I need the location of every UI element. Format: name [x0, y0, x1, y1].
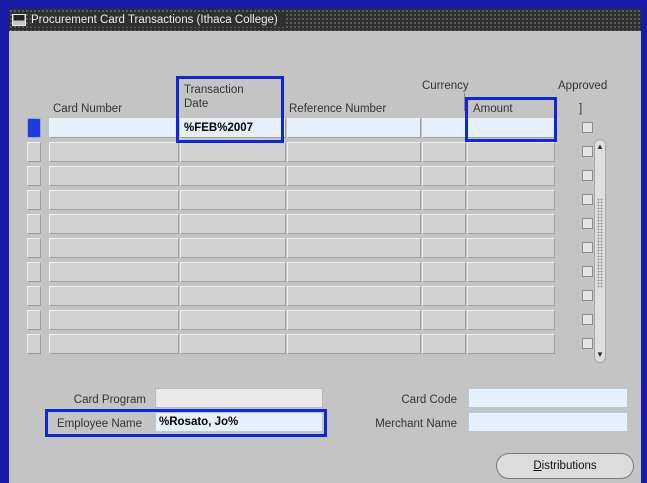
- currency-cell[interactable]: [422, 214, 466, 234]
- transaction-date-cell[interactable]: [180, 190, 286, 210]
- amount-cell[interactable]: [467, 166, 555, 186]
- card-number-cell[interactable]: [49, 214, 179, 234]
- reference-number-cell[interactable]: [287, 262, 421, 282]
- transaction-date-highlight: [176, 76, 284, 143]
- row-selector[interactable]: [27, 262, 41, 282]
- reference-number-cell[interactable]: [287, 334, 421, 354]
- header-reference-number: Reference Number: [289, 103, 387, 115]
- reference-number-cell[interactable]: [287, 286, 421, 306]
- reference-number-cell[interactable]: [287, 238, 421, 258]
- scroll-grip-icon[interactable]: [597, 198, 603, 288]
- reference-number-cell[interactable]: [287, 118, 421, 138]
- merchant-name-label: Merchant Name: [375, 418, 457, 430]
- reference-number-cell[interactable]: [287, 142, 421, 162]
- row-selector[interactable]: [27, 238, 41, 258]
- row-selector[interactable]: [27, 142, 41, 162]
- transaction-date-cell[interactable]: [180, 286, 286, 306]
- currency-cell[interactable]: [422, 286, 466, 306]
- card-number-cell[interactable]: [49, 142, 179, 162]
- window: ███ Procurement Card Transactions (Ithac…: [9, 9, 641, 483]
- merchant-name-field[interactable]: [468, 412, 628, 432]
- approved-checkbox[interactable]: [582, 146, 593, 157]
- transaction-date-cell[interactable]: [180, 334, 286, 354]
- approved-checkbox[interactable]: [582, 194, 593, 205]
- oracle-forms-icon: ███: [12, 14, 26, 26]
- approved-checkbox[interactable]: [582, 218, 593, 229]
- approved-checkbox[interactable]: [582, 314, 593, 325]
- currency-cell[interactable]: [422, 118, 466, 138]
- header-approved-bracket: ]: [579, 103, 583, 115]
- row-selector[interactable]: [27, 118, 41, 138]
- currency-cell[interactable]: [422, 190, 466, 210]
- currency-cell[interactable]: [422, 142, 466, 162]
- approved-checkbox[interactable]: [582, 290, 593, 301]
- card-number-cell[interactable]: [49, 310, 179, 330]
- distributions-button[interactable]: Distributions: [496, 453, 634, 479]
- amount-cell[interactable]: [467, 286, 555, 306]
- transaction-date-cell[interactable]: [180, 142, 286, 162]
- card-program-field[interactable]: [155, 388, 323, 408]
- row-selector[interactable]: [27, 310, 41, 330]
- card-program-label: Card Program: [73, 394, 146, 406]
- transaction-date-cell[interactable]: [180, 310, 286, 330]
- card-number-cell[interactable]: [49, 262, 179, 282]
- transaction-date-cell[interactable]: [180, 238, 286, 258]
- reference-number-cell[interactable]: [287, 310, 421, 330]
- distributions-label: Distributions: [533, 460, 597, 472]
- row-selector[interactable]: [27, 190, 41, 210]
- amount-cell[interactable]: [467, 334, 555, 354]
- transaction-date-cell[interactable]: [180, 214, 286, 234]
- card-number-cell[interactable]: [49, 286, 179, 306]
- card-number-cell[interactable]: [49, 118, 179, 138]
- window-title: Procurement Card Transactions (Ithaca Co…: [31, 13, 284, 27]
- header-card-number: Card Number: [53, 103, 123, 115]
- currency-cell[interactable]: [422, 238, 466, 258]
- transactions-form: Card Number Transaction Date Reference N…: [9, 31, 641, 483]
- reference-number-cell[interactable]: [287, 190, 421, 210]
- currency-cell[interactable]: [422, 334, 466, 354]
- reference-number-cell[interactable]: [287, 214, 421, 234]
- approved-checkbox[interactable]: [582, 338, 593, 349]
- vertical-scrollbar[interactable]: ▲ ▼: [594, 139, 606, 363]
- currency-cell[interactable]: [422, 262, 466, 282]
- title-bar[interactable]: ███ Procurement Card Transactions (Ithac…: [9, 9, 641, 31]
- transaction-date-cell[interactable]: [180, 262, 286, 282]
- currency-cell[interactable]: [422, 310, 466, 330]
- amount-cell[interactable]: [467, 142, 555, 162]
- reference-number-cell[interactable]: [287, 166, 421, 186]
- header-currency: Currency: [422, 80, 469, 92]
- row-selector[interactable]: [27, 214, 41, 234]
- transaction-date-cell[interactable]: [180, 166, 286, 186]
- card-code-field[interactable]: [468, 388, 628, 408]
- approved-checkbox[interactable]: [582, 122, 593, 133]
- card-number-cell[interactable]: [49, 238, 179, 258]
- amount-cell[interactable]: [467, 262, 555, 282]
- scroll-down-icon[interactable]: ▼: [595, 349, 605, 361]
- amount-cell[interactable]: [467, 214, 555, 234]
- scroll-up-icon[interactable]: ▲: [595, 141, 605, 153]
- header-approved: Approved: [558, 80, 608, 92]
- amount-cell[interactable]: [467, 310, 555, 330]
- employee-name-highlight: [45, 409, 327, 437]
- approved-checkbox[interactable]: [582, 242, 593, 253]
- card-code-label: Card Code: [401, 394, 457, 406]
- card-number-cell[interactable]: [49, 166, 179, 186]
- amount-cell[interactable]: [467, 238, 555, 258]
- card-number-cell[interactable]: [49, 334, 179, 354]
- mnemonic-underline: D: [533, 460, 542, 472]
- card-number-cell[interactable]: [49, 190, 179, 210]
- approved-checkbox[interactable]: [582, 266, 593, 277]
- row-selector[interactable]: [27, 334, 41, 354]
- row-selector[interactable]: [27, 286, 41, 306]
- approved-checkbox[interactable]: [582, 170, 593, 181]
- currency-cell[interactable]: [422, 166, 466, 186]
- row-selector[interactable]: [27, 166, 41, 186]
- amount-cell[interactable]: [467, 190, 555, 210]
- amount-highlight: [465, 97, 557, 142]
